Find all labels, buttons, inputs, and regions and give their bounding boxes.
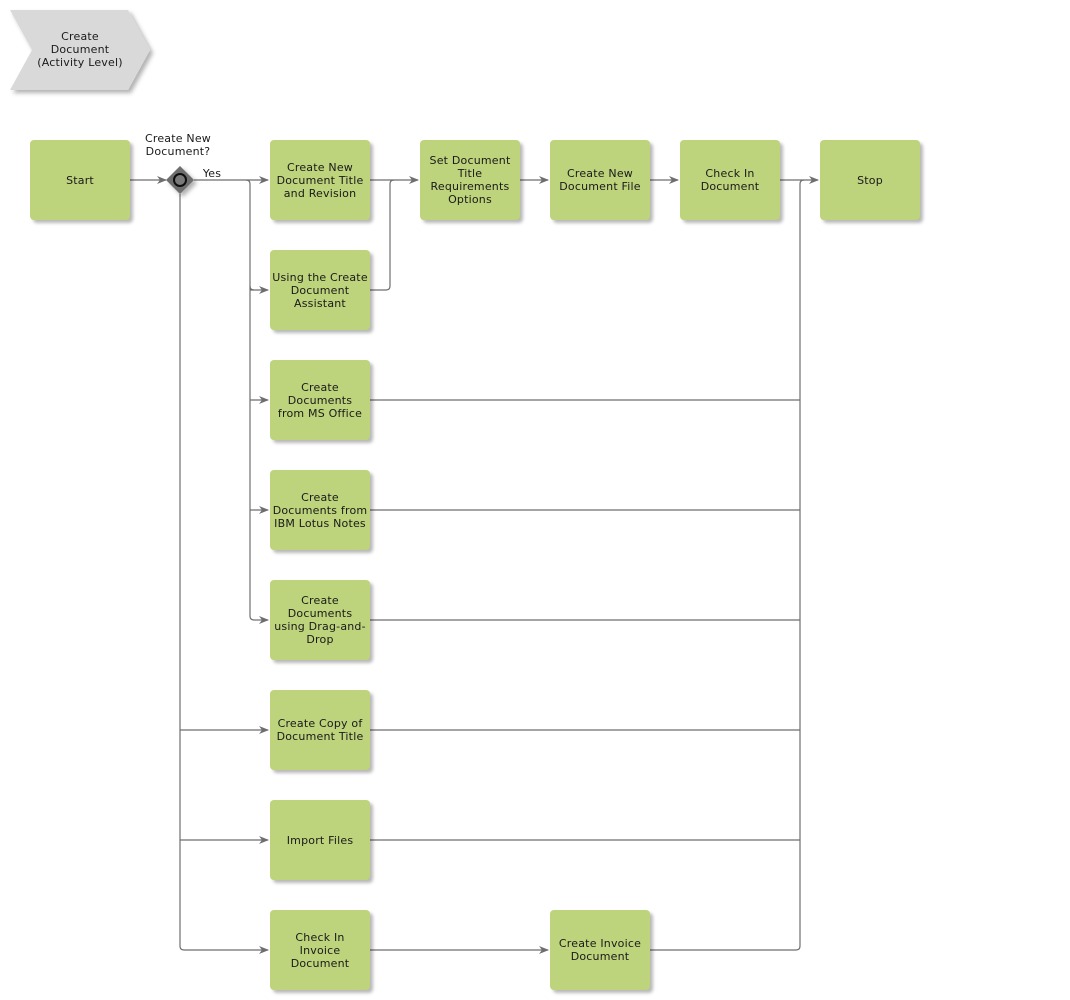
node-create-invoice[interactable]: Create Invoice Document [550,910,650,990]
connector-no-branch [179,194,185,951]
gateway-yes-label: Yes [202,167,222,180]
connector-merge [795,179,805,951]
node-ms-office[interactable]: Create Documents from MS Office [270,360,370,440]
gateway-question: Create New Document? [144,132,212,158]
node-create-document-file[interactable]: Create New Document File [550,140,650,220]
node-set-title-requirements[interactable]: Set Document Title Requirements Options [420,140,520,220]
node-import-files[interactable]: Import Files [270,800,370,880]
connector-assistant-setreq [370,179,395,291]
node-create-document-assistant[interactable]: Using the Create Document Assistant [270,250,370,330]
header-title: Create Document (Activity Level) [37,30,123,69]
node-stop[interactable]: Stop [820,140,920,220]
gateway-circle-icon [173,173,187,187]
node-check-in-invoice[interactable]: Check In Invoice Document [270,910,370,990]
node-copy-title[interactable]: Create Copy of Document Title [270,690,370,770]
node-create-title-revision[interactable]: Create New Document Title and Revision [270,140,370,220]
node-start[interactable]: Start [30,140,130,220]
node-lotus-notes[interactable]: Create Documents from IBM Lotus Notes [270,470,370,550]
node-check-in-document[interactable]: Check In Document [680,140,780,220]
node-drag-drop[interactable]: Create Documents using Drag-and- Drop [270,580,370,660]
gateway-exclusive[interactable] [166,166,194,194]
